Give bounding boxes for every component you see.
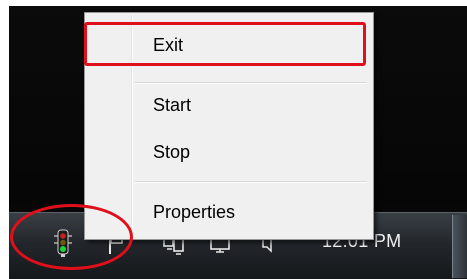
menu-separator: [135, 82, 367, 84]
menu-item-exit[interactable]: Exit: [87, 25, 369, 65]
tray-context-menu: Exit Start Stop Properties: [84, 12, 374, 240]
menu-separator: [135, 181, 367, 183]
menu-item-label: Start: [153, 94, 192, 115]
show-desktop-button[interactable]: [452, 215, 467, 278]
menu-item-label: Exit: [153, 34, 184, 55]
menu-item-stop[interactable]: Stop: [87, 132, 369, 172]
menu-item-properties[interactable]: Properties: [87, 192, 369, 232]
menu-item-start[interactable]: Start: [87, 85, 369, 125]
traffic-light-icon[interactable]: [48, 228, 78, 258]
menu-item-label: Stop: [153, 141, 191, 162]
menu-item-label: Properties: [153, 201, 236, 222]
